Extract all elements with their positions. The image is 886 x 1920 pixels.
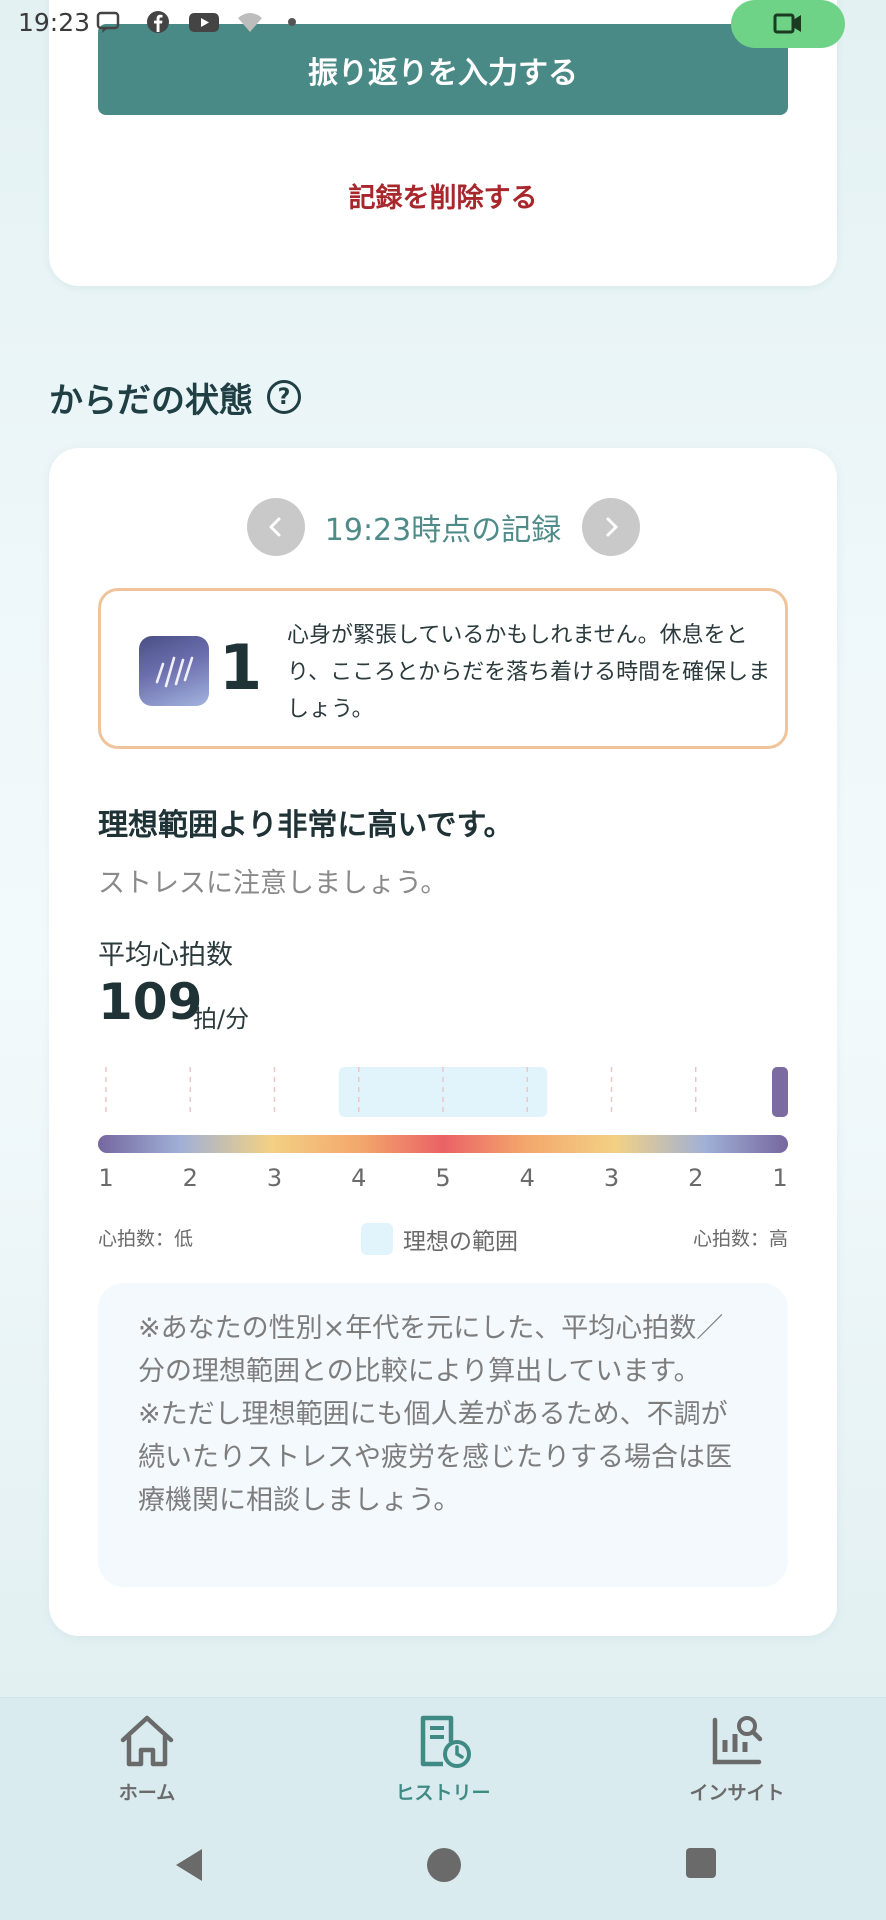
stress-level-icon: [139, 636, 209, 706]
tab-home[interactable]: ホーム: [67, 1712, 227, 1812]
heart-rate-value: 109: [98, 973, 203, 1031]
legend-low-label: 心拍数：低: [98, 1228, 194, 1250]
heart-rate-unit: 拍/分: [193, 1005, 250, 1033]
scale-tick-label: 1: [772, 1164, 788, 1192]
chevron-left-icon: [269, 517, 281, 537]
assessment-headline: 理想範囲より非常に高いです。: [98, 808, 514, 843]
tab-history[interactable]: ヒストリー: [363, 1712, 523, 1812]
video-camera-icon: [773, 13, 801, 34]
legend-ideal-range: 理想の範囲: [361, 1222, 518, 1256]
section-title: からだの状態: [49, 380, 253, 421]
scale-tick-label: 2: [688, 1164, 704, 1192]
next-record-button[interactable]: [582, 498, 640, 556]
history-icon: [420, 1715, 471, 1768]
insight-icon: [712, 1716, 763, 1765]
stress-level-value: 1: [219, 631, 263, 704]
section-header: からだの状態 ?: [49, 372, 301, 422]
record-time-label: 19:23時点の記録: [324, 513, 562, 548]
scale-tick-label: 3: [603, 1164, 620, 1192]
current-level-marker: [772, 1067, 788, 1117]
stress-alert-box: 1 心身が緊張しているかもしれません。休息をとり、こころとからだを落ち着ける時間…: [98, 588, 788, 749]
message-icon: [96, 11, 120, 33]
scale-tick-label: 2: [182, 1164, 198, 1192]
home-icon: [120, 1715, 174, 1767]
tab-home-label: ホーム: [118, 1782, 176, 1804]
tab-insight-label: インサイト: [689, 1782, 785, 1804]
scale-tick-label: 1: [98, 1164, 114, 1192]
tab-history-label: ヒストリー: [395, 1782, 491, 1804]
notification-dot: [288, 18, 296, 26]
screen-record-indicator[interactable]: [731, 0, 845, 48]
scale-tick-label: 3: [266, 1164, 283, 1192]
note-line-1: ※あなたの性別×年代を元にした、平均心拍数／分の理想範囲との比較により算出してい…: [138, 1313, 724, 1387]
chevron-right-icon: [606, 517, 618, 537]
legend-ideal-label: 理想の範囲: [403, 1229, 518, 1255]
question-circle-icon[interactable]: ?: [267, 380, 301, 414]
back-icon[interactable]: [172, 1846, 206, 1884]
youtube-icon: [189, 13, 219, 32]
heart-rate-scale: [98, 1067, 788, 1153]
stress-alert-message: 心身が緊張しているかもしれません。休息をとり、こころとからだを落ち着ける時間を確…: [287, 623, 771, 722]
status-bar: 19:23: [0, 0, 886, 48]
note-box: ※あなたの性別×年代を元にした、平均心拍数／分の理想範囲との比較により算出してい…: [98, 1283, 788, 1587]
note-line-2: ※ただし理想範囲にも個人差があるため、不調が続いたりストレスや疲労を感じたりする…: [138, 1399, 732, 1516]
wifi-icon: [238, 13, 262, 32]
legend-high-label: 心拍数：高: [692, 1228, 788, 1250]
facebook-icon: [147, 11, 169, 33]
scale-tick-label: 4: [519, 1164, 535, 1192]
status-time: 19:23: [18, 8, 91, 37]
scale-tick-label: 4: [351, 1164, 367, 1192]
delete-record-button[interactable]: 記録を削除する: [98, 172, 788, 218]
assessment-subline: ストレスに注意しましょう。: [98, 868, 448, 899]
home-circle-icon[interactable]: [425, 1846, 463, 1884]
heart-rate-label: 平均心拍数: [98, 940, 233, 971]
scale-tick-label: 5: [435, 1164, 451, 1192]
ideal-range-swatch: [361, 1223, 393, 1255]
recents-icon[interactable]: [684, 1846, 718, 1880]
scale-gradient-bar: [98, 1135, 788, 1153]
tab-insight[interactable]: インサイト: [657, 1712, 817, 1812]
